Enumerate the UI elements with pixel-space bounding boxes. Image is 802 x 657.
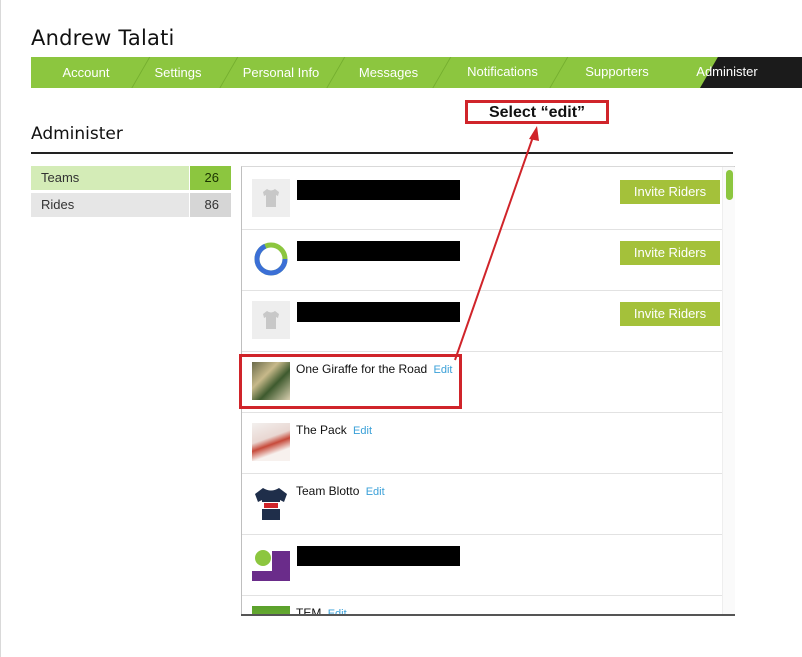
invite-riders-button[interactable]: Invite Riders: [620, 241, 720, 265]
edit-link[interactable]: Edit: [353, 425, 372, 437]
team-row: Team Blotto Edit: [242, 474, 722, 535]
page-edge: [0, 0, 1, 657]
annotation-callout: Select “edit”: [465, 100, 609, 124]
team-name: The Pack Edit: [296, 423, 373, 437]
list-scrollbar[interactable]: [722, 167, 735, 614]
redacted-team-name: [297, 180, 460, 200]
shirt-placeholder-icon: [252, 179, 290, 217]
tab-separator: [429, 57, 454, 88]
tab-account[interactable]: Account: [45, 57, 127, 88]
section-title: Administer: [31, 124, 123, 144]
panel-bottom-border: [241, 614, 735, 616]
team-row: Invite Riders: [242, 230, 722, 291]
tab-supporters[interactable]: Supporters: [572, 57, 662, 87]
section-divider: [31, 152, 733, 154]
tab-settings[interactable]: Settings: [142, 57, 214, 88]
team-row: The Pack Edit: [242, 413, 722, 474]
team-row: Invite Riders: [242, 169, 722, 230]
redacted-team-name: [297, 302, 460, 322]
annotation-highlight-box: [239, 354, 462, 409]
profile-tab-bar: Account Settings Personal Info Messages …: [31, 57, 802, 88]
profile-name: Andrew Talati: [31, 26, 175, 50]
stat-label: Rides: [31, 193, 189, 217]
team-row: [242, 535, 722, 596]
tab-personal-info[interactable]: Personal Info: [230, 57, 332, 88]
stat-label: Teams: [31, 166, 189, 190]
stat-count: 86: [190, 193, 231, 217]
team-name: Team Blotto Edit: [296, 484, 385, 498]
invite-riders-button[interactable]: Invite Riders: [620, 180, 720, 204]
team-photo: [252, 423, 290, 461]
shirt-placeholder-icon: [252, 301, 290, 339]
edit-link[interactable]: Edit: [366, 486, 385, 498]
stat-teams[interactable]: Teams 26: [31, 166, 231, 190]
redacted-team-name: [297, 546, 460, 566]
list-scrollbar-thumb[interactable]: [726, 170, 733, 200]
redacted-team-name: [297, 241, 460, 261]
blue-ring-logo: [252, 240, 290, 278]
tab-administer[interactable]: Administer: [682, 57, 772, 87]
stat-rides[interactable]: Rides 86: [31, 193, 231, 217]
invite-riders-button[interactable]: Invite Riders: [620, 302, 720, 326]
tab-messages[interactable]: Messages: [346, 57, 431, 88]
jersey-icon: [252, 484, 290, 522]
team-row: Invite Riders: [242, 291, 722, 352]
stat-count: 26: [190, 166, 231, 190]
team-row: TEM Edit: [242, 596, 722, 615]
tab-notifications[interactable]: Notifications: [451, 57, 554, 87]
ride-sustainable-logo: [252, 545, 290, 583]
